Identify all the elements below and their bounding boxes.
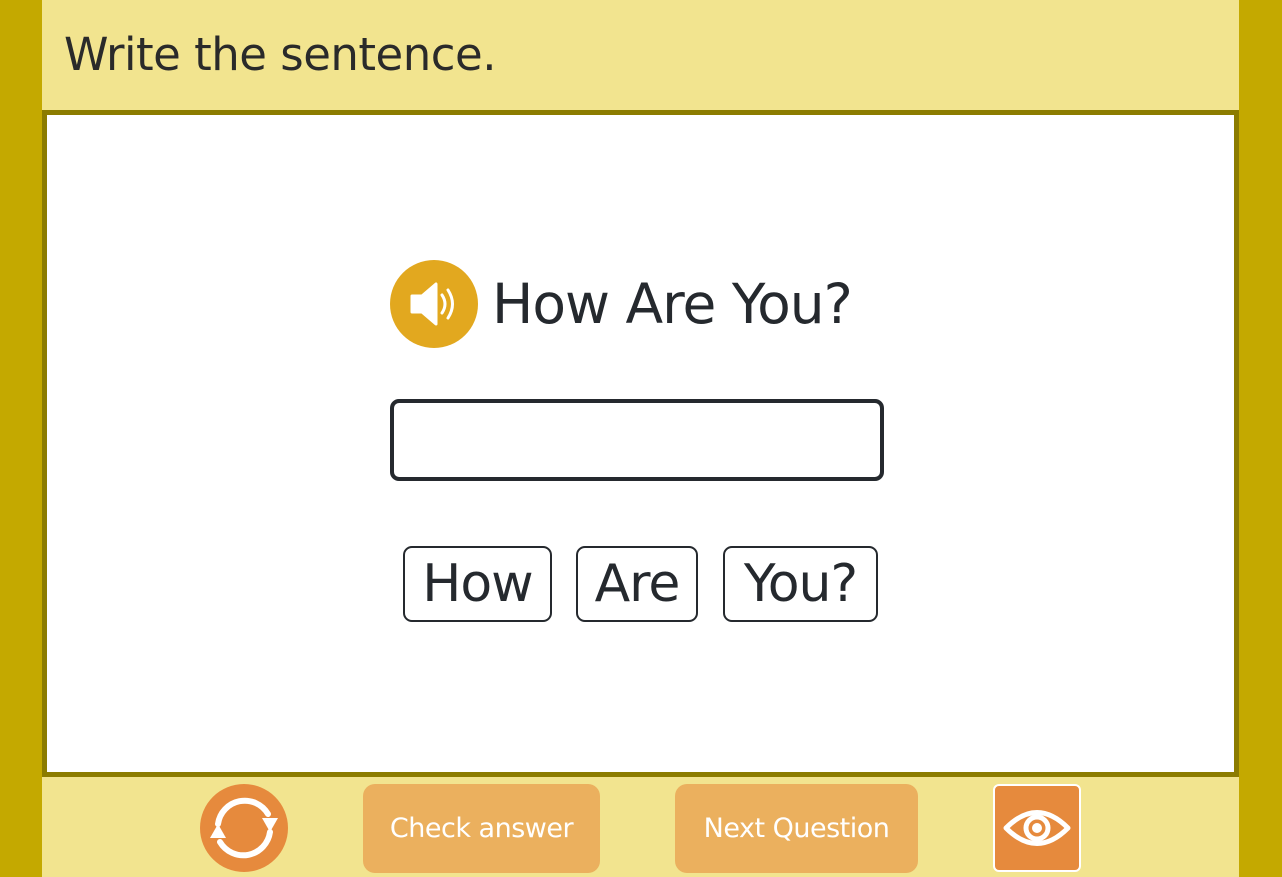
- check-answer-button[interactable]: Check answer: [363, 784, 600, 873]
- next-question-button[interactable]: Next Question: [675, 784, 918, 873]
- word-tile-how[interactable]: How: [403, 546, 552, 622]
- audio-button[interactable]: [390, 260, 478, 348]
- prompt-sentence: How Are You?: [492, 272, 853, 336]
- eye-icon: [1003, 810, 1071, 846]
- exercise-frame: Write the sentence. How Are You? How Are…: [42, 0, 1239, 877]
- header-bar: Write the sentence.: [42, 0, 1239, 110]
- refresh-icon: [210, 797, 278, 859]
- answer-input[interactable]: [390, 399, 884, 481]
- footer-bar: Check answer Next Question: [42, 777, 1239, 877]
- speaker-icon: [410, 282, 454, 326]
- word-tile-are[interactable]: Are: [576, 546, 698, 622]
- reset-button[interactable]: [200, 784, 288, 872]
- reveal-answer-button[interactable]: [993, 784, 1081, 872]
- word-tile-you[interactable]: You?: [723, 546, 878, 622]
- exercise-panel: How Are You? How Are You?: [42, 110, 1239, 777]
- instruction-text: Write the sentence.: [64, 28, 497, 81]
- prompt-row: How Are You?: [390, 260, 853, 348]
